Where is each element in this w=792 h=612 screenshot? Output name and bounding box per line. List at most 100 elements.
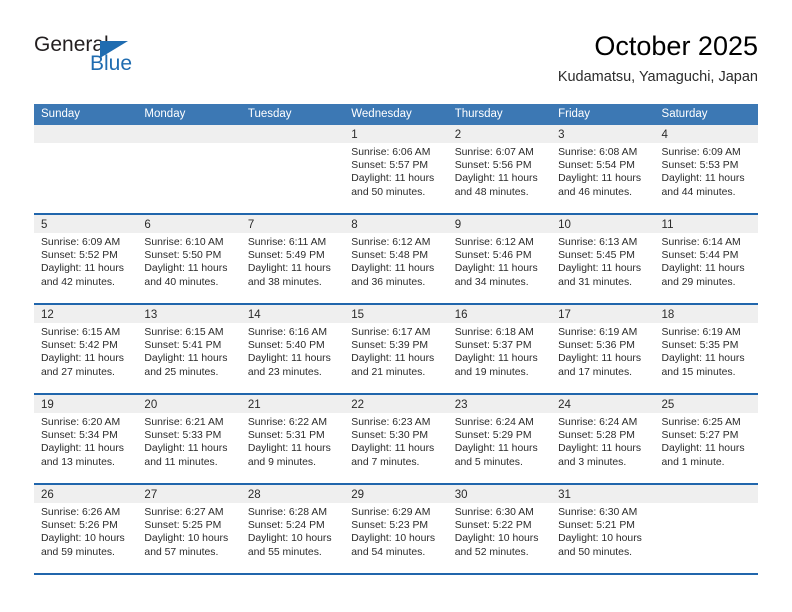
sunset-time: Sunset: 5:36 PM	[558, 340, 635, 352]
day-number-band: 25	[654, 395, 758, 413]
day-cell[interactable]: 28 Sunrise: 6:28 AM Sunset: 5:24 PM Dayligh…	[240, 485, 345, 573]
day-cell-empty	[34, 125, 138, 213]
day-number-band: 15	[344, 305, 448, 323]
sunset-time: Sunset: 5:39 PM	[351, 340, 429, 352]
day-cell[interactable]: 16 Sunrise: 6:18 AM Sunset: 5:37 PM Dayligh…	[447, 305, 552, 393]
day-number: 26	[41, 489, 54, 501]
daylight-duration-line1: Daylight: 11 hours	[558, 173, 642, 185]
day-details: Sunrise: 6:30 AM Sunset: 5:21 PM Daylight:…	[551, 503, 654, 559]
sunset-time: Sunset: 5:41 PM	[144, 340, 222, 352]
day-number-band	[34, 125, 138, 143]
day-cell[interactable]: 19 Sunrise: 6:20 AM Sunset: 5:34 PM Dayligh…	[34, 395, 138, 483]
sunrise-time: Sunrise: 6:13 AM	[558, 237, 638, 248]
day-number-band: 20	[137, 395, 241, 413]
sunrise-time: Sunrise: 6:08 AM	[558, 147, 638, 158]
general-blue-logo[interactable]: General Blue	[34, 34, 234, 90]
sunrise-time: Sunrise: 6:17 AM	[351, 327, 431, 338]
sunrise-time: Sunrise: 6:24 AM	[558, 417, 638, 428]
day-cell[interactable]: 13 Sunrise: 6:15 AM Sunset: 5:41 PM Dayligh…	[137, 305, 241, 393]
sunset-time: Sunset: 5:31 PM	[247, 430, 325, 442]
page-subtitle-location: Kudamatsu, Yamaguchi, Japan	[557, 69, 758, 85]
day-number-band: 13	[137, 305, 241, 323]
day-details: Sunrise: 6:10 AM Sunset: 5:50 PM Daylight:…	[137, 233, 240, 289]
day-cell[interactable]: 30 Sunrise: 6:30 AM Sunset: 5:22 PM Dayligh…	[447, 485, 552, 573]
day-number: 31	[558, 489, 571, 501]
day-cell[interactable]: 5 Sunrise: 6:09 AM Sunset: 5:52 PM Daylight…	[34, 215, 138, 303]
day-cell[interactable]: 29 Sunrise: 6:29 AM Sunset: 5:23 PM Dayligh…	[344, 485, 448, 573]
day-number-band: 14	[240, 305, 345, 323]
day-cell[interactable]: 6 Sunrise: 6:10 AM Sunset: 5:50 PM Daylight…	[137, 215, 241, 303]
daylight-duration-line1: Daylight: 11 hours	[454, 263, 538, 275]
sunrise-time: Sunrise: 6:11 AM	[247, 237, 327, 248]
day-number: 28	[247, 489, 261, 501]
day-number: 22	[351, 399, 365, 411]
daylight-duration-line1: Daylight: 11 hours	[41, 443, 124, 455]
day-cell[interactable]: 15 Sunrise: 6:17 AM Sunset: 5:39 PM Dayligh…	[344, 305, 448, 393]
day-number-band: 4	[654, 125, 758, 143]
day-cell[interactable]: 3 Sunrise: 6:08 AM Sunset: 5:54 PM Daylight…	[551, 125, 655, 213]
day-number-band: 21	[240, 395, 345, 413]
daylight-duration-line2: and 15 minutes.	[661, 366, 736, 378]
day-number: 18	[661, 309, 675, 321]
day-number: 4	[661, 129, 668, 141]
daylight-duration-line1: Daylight: 11 hours	[247, 353, 331, 365]
logo-text-blue: Blue	[90, 52, 133, 75]
day-details: Sunrise: 6:30 AM Sunset: 5:22 PM Daylight:…	[448, 503, 551, 559]
day-cell[interactable]: 11 Sunrise: 6:14 AM Sunset: 5:44 PM Dayligh…	[654, 215, 758, 303]
daylight-duration-line2: and 34 minutes.	[454, 276, 529, 288]
day-number-band: 9	[447, 215, 552, 233]
daylight-duration-line1: Daylight: 11 hours	[144, 443, 228, 455]
day-cell[interactable]: 23 Sunrise: 6:24 AM Sunset: 5:29 PM Dayligh…	[447, 395, 552, 483]
day-cell[interactable]: 1 Sunrise: 6:06 AM Sunset: 5:57 PM Daylight…	[344, 125, 448, 213]
day-cell[interactable]: 25 Sunrise: 6:25 AM Sunset: 5:27 PM Dayligh…	[654, 395, 758, 483]
weekday-header-wednesday: Wednesday	[351, 108, 412, 120]
calendar-week-row: 26 Sunrise: 6:26 AM Sunset: 5:26 PM Dayligh…	[34, 483, 758, 573]
daylight-duration-line2: and 5 minutes.	[454, 456, 523, 468]
day-cell[interactable]: 9 Sunrise: 6:12 AM Sunset: 5:46 PM Daylight…	[447, 215, 552, 303]
day-number: 17	[558, 309, 571, 321]
daylight-duration-line1: Daylight: 10 hours	[454, 533, 539, 545]
day-number-band: 22	[344, 395, 448, 413]
daylight-duration-line1: Daylight: 11 hours	[41, 353, 124, 365]
sunset-time: Sunset: 5:22 PM	[454, 520, 532, 532]
day-cell[interactable]: 14 Sunrise: 6:16 AM Sunset: 5:40 PM Dayligh…	[240, 305, 345, 393]
day-number: 30	[454, 489, 468, 501]
day-cell[interactable]: 4 Sunrise: 6:09 AM Sunset: 5:53 PM Daylight…	[654, 125, 758, 213]
day-number: 24	[558, 399, 571, 411]
day-cell[interactable]: 21 Sunrise: 6:22 AM Sunset: 5:31 PM Dayligh…	[240, 395, 345, 483]
day-cell[interactable]: 2 Sunrise: 6:07 AM Sunset: 5:56 PM Daylight…	[447, 125, 552, 213]
day-cell[interactable]: 10 Sunrise: 6:13 AM Sunset: 5:45 PM Dayligh…	[551, 215, 655, 303]
calendar-weeks: 1 Sunrise: 6:06 AM Sunset: 5:57 PM Daylight…	[34, 125, 758, 573]
sunrise-time: Sunrise: 6:12 AM	[351, 237, 431, 248]
day-cell[interactable]: 18 Sunrise: 6:19 AM Sunset: 5:35 PM Dayligh…	[654, 305, 758, 393]
day-cell[interactable]: 20 Sunrise: 6:21 AM Sunset: 5:33 PM Dayligh…	[137, 395, 241, 483]
day-cell[interactable]: 27 Sunrise: 6:27 AM Sunset: 5:25 PM Dayligh…	[137, 485, 241, 573]
daylight-duration-line2: and 44 minutes.	[661, 186, 736, 198]
day-cell[interactable]: 24 Sunrise: 6:24 AM Sunset: 5:28 PM Dayligh…	[551, 395, 655, 483]
calendar-week-row: 19 Sunrise: 6:20 AM Sunset: 5:34 PM Dayligh…	[34, 393, 758, 483]
sunset-time: Sunset: 5:26 PM	[41, 520, 118, 532]
sunset-time: Sunset: 5:37 PM	[454, 340, 532, 352]
sunrise-time: Sunrise: 6:19 AM	[661, 327, 741, 338]
weekday-header-saturday: Saturday	[661, 108, 708, 120]
daylight-duration-line1: Daylight: 11 hours	[661, 443, 745, 455]
sunset-time: Sunset: 5:48 PM	[351, 250, 429, 262]
day-number-band: 24	[551, 395, 655, 413]
day-details: Sunrise: 6:24 AM Sunset: 5:29 PM Daylight:…	[448, 413, 551, 469]
daylight-duration-line1: Daylight: 10 hours	[247, 533, 332, 545]
day-details: Sunrise: 6:26 AM Sunset: 5:26 PM Daylight:…	[34, 503, 137, 559]
sunset-time: Sunset: 5:21 PM	[558, 520, 635, 532]
day-cell-empty	[137, 125, 241, 213]
day-cell[interactable]: 8 Sunrise: 6:12 AM Sunset: 5:48 PM Daylight…	[344, 215, 448, 303]
weekday-header-monday: Monday	[144, 108, 186, 120]
day-cell[interactable]: 31 Sunrise: 6:30 AM Sunset: 5:21 PM Dayligh…	[551, 485, 655, 573]
day-cell[interactable]: 22 Sunrise: 6:23 AM Sunset: 5:30 PM Dayligh…	[344, 395, 448, 483]
day-cell[interactable]: 7 Sunrise: 6:11 AM Sunset: 5:49 PM Daylight…	[240, 215, 345, 303]
day-cell[interactable]: 26 Sunrise: 6:26 AM Sunset: 5:26 PM Dayligh…	[34, 485, 138, 573]
daylight-duration-line1: Daylight: 11 hours	[41, 263, 124, 275]
day-details: Sunrise: 6:09 AM Sunset: 5:53 PM Daylight:…	[655, 143, 758, 199]
daylight-duration-line2: and 21 minutes.	[351, 366, 426, 378]
day-cell[interactable]: 12 Sunrise: 6:15 AM Sunset: 5:42 PM Dayligh…	[34, 305, 138, 393]
sunset-time: Sunset: 5:34 PM	[41, 430, 118, 442]
day-cell[interactable]: 17 Sunrise: 6:19 AM Sunset: 5:36 PM Dayligh…	[551, 305, 655, 393]
